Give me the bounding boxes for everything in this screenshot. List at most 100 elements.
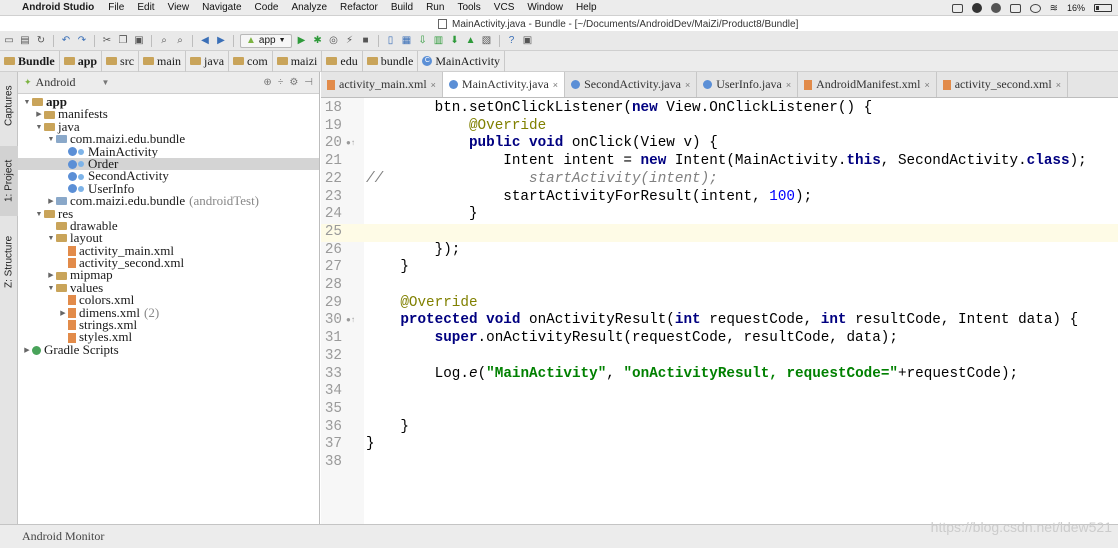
avd-manager-icon[interactable]: ▯ (385, 35, 397, 47)
cut-icon[interactable]: ✂ (101, 35, 113, 47)
code-line[interactable]: 29 @Override (321, 295, 1118, 313)
wechat-icon[interactable] (990, 3, 1001, 13)
find-icon[interactable]: ⌕ (158, 35, 170, 47)
breadcrumb-item[interactable]: maizi (273, 50, 323, 72)
tree-item[interactable]: ▶ mipmap (18, 268, 319, 281)
debug-icon[interactable]: ✱ (312, 35, 324, 47)
breadcrumb-item[interactable]: C MainActivity (418, 50, 506, 72)
code-line[interactable]: 35 (321, 401, 1118, 419)
code-line[interactable]: 36 } (321, 419, 1118, 437)
close-icon[interactable]: × (1056, 80, 1061, 90)
menu-view[interactable]: View (168, 2, 190, 13)
code-line[interactable]: 30 ●↑ protected void onActivityResult(int… (321, 312, 1118, 330)
battery-icon[interactable] (1094, 4, 1112, 12)
chevron-down-icon[interactable]: ▼ (46, 282, 56, 294)
chevron-down-icon[interactable]: ▼ (22, 96, 32, 108)
menu-navigate[interactable]: Navigate (202, 2, 241, 13)
menu-run[interactable]: Run (426, 2, 444, 13)
menu-build[interactable]: Build (391, 2, 413, 13)
captures-tab[interactable]: Captures (0, 78, 18, 134)
breadcrumb-item[interactable]: main (139, 50, 187, 72)
chevron-down-icon[interactable]: ▼ (34, 121, 44, 133)
menu-analyze[interactable]: Analyze (291, 2, 327, 13)
back-icon[interactable]: ◀ (199, 35, 211, 47)
code-line[interactable]: 33 Log.e("MainActivity", "onActivityResu… (321, 366, 1118, 384)
qq-icon[interactable] (971, 3, 982, 13)
chevron-down-icon[interactable]: ▼ (34, 208, 44, 220)
code-editor[interactable]: 18 btn.setOnClickListener(new View.OnCli… (321, 98, 1118, 524)
screen-record-icon[interactable] (951, 3, 963, 13)
code-line[interactable]: 24 } (321, 206, 1118, 224)
app-name-menu[interactable]: Android Studio (22, 2, 94, 13)
project-tab[interactable]: 1: Project (0, 146, 18, 216)
attach-debugger-icon[interactable]: ◎ (328, 35, 340, 47)
menu-refactor[interactable]: Refactor (340, 2, 378, 13)
project-view-mode[interactable]: Android (36, 75, 76, 90)
code-line[interactable]: 28 (321, 277, 1118, 295)
forward-icon[interactable]: ▶ (215, 35, 227, 47)
tree-item[interactable]: strings.xml (18, 318, 319, 331)
chevron-down-icon[interactable]: ▼ (102, 78, 110, 87)
tip-icon[interactable]: ▣ (522, 35, 534, 47)
tree-item[interactable]: ▼ values (18, 281, 319, 294)
apply-changes-icon[interactable]: ⚡ (344, 35, 356, 47)
paste-icon[interactable]: ▣ (133, 35, 145, 47)
chevron-right-icon[interactable]: ▶ (46, 195, 56, 207)
copy-icon[interactable]: ❐ (117, 35, 129, 47)
menu-file[interactable]: File (108, 2, 124, 13)
chevron-right-icon[interactable]: ▶ (22, 344, 32, 356)
code-line[interactable]: 32 (321, 348, 1118, 366)
chevron-right-icon[interactable]: ▶ (58, 307, 68, 319)
code-line[interactable]: 19 @Override (321, 118, 1118, 136)
sdk-manager-icon[interactable]: ▧ (481, 35, 493, 47)
stop-icon[interactable]: ■ (360, 35, 372, 47)
help-icon[interactable]: ? (506, 35, 518, 47)
breadcrumb-item[interactable]: com (229, 50, 273, 72)
menu-help[interactable]: Help (576, 2, 597, 13)
breadcrumb-item[interactable]: app (60, 50, 103, 72)
editor-tab[interactable]: MainActivity.java × (442, 72, 566, 97)
close-icon[interactable]: × (685, 80, 690, 90)
editor-tab[interactable]: activity_main.xml × (321, 72, 443, 97)
code-line[interactable]: 22 // startActivity(intent); (321, 171, 1118, 189)
editor-tab[interactable]: activity_second.xml × (937, 72, 1068, 97)
tree-item[interactable]: MainActivity (18, 144, 319, 158)
code-line[interactable]: 34 (321, 383, 1118, 401)
collapse-all-icon[interactable]: ÷ (278, 77, 284, 88)
code-line[interactable]: 37} (321, 436, 1118, 454)
device-monitor-icon[interactable]: ▥ (433, 35, 445, 47)
scroll-from-source-icon[interactable]: ⊕ (263, 77, 271, 88)
tree-item[interactable]: ▶ Gradle Scripts (18, 343, 319, 356)
close-icon[interactable]: × (786, 80, 791, 90)
android-monitor-tab[interactable]: Android Monitor (22, 529, 104, 544)
chevron-down-icon[interactable]: ▼ (46, 232, 56, 244)
run-icon[interactable]: ▶ (296, 35, 308, 47)
menu-vcs[interactable]: VCS (494, 2, 515, 13)
code-line[interactable]: 18 btn.setOnClickListener(new View.OnCli… (321, 100, 1118, 118)
menu-window[interactable]: Window (527, 2, 563, 13)
sync-icon[interactable]: ↻ (35, 35, 47, 47)
breadcrumb-item[interactable]: src (102, 50, 140, 72)
tree-item[interactable]: SecondActivity (18, 169, 319, 183)
gradle-sync-icon[interactable]: ⇩ (417, 35, 429, 47)
editor-tab[interactable]: SecondActivity.java × (565, 72, 698, 97)
hide-panel-icon[interactable]: ⊣ (304, 77, 313, 88)
breadcrumb-item[interactable]: Bundle (0, 50, 60, 72)
tree-item[interactable]: activity_second.xml (18, 256, 319, 269)
editor-tab[interactable]: AndroidManifest.xml × (798, 72, 937, 97)
project-structure-icon[interactable]: ▦ (401, 35, 413, 47)
close-icon[interactable]: × (553, 80, 558, 90)
android-monitor-icon[interactable]: ▲ (465, 35, 477, 47)
redo-icon[interactable]: ↷ (76, 35, 88, 47)
breadcrumb-item[interactable]: edu (322, 50, 363, 72)
code-line[interactable]: 20 ●↑ public void onClick(View v) { (321, 135, 1118, 153)
tree-item[interactable]: ▼ com.maizi.edu.bundle (18, 132, 319, 145)
code-line[interactable]: 26 }); (321, 242, 1118, 260)
close-icon[interactable]: × (431, 80, 436, 90)
wifi-icon[interactable]: ≋ (1050, 3, 1058, 14)
code-line[interactable]: 31 super.onActivityResult(requestCode, r… (321, 330, 1118, 348)
structure-tab[interactable]: Z: Structure (0, 224, 18, 300)
code-line[interactable]: 27 } (321, 259, 1118, 277)
tree-item[interactable]: ▼ res (18, 206, 319, 220)
tree-item[interactable]: colors.xml (18, 293, 319, 306)
